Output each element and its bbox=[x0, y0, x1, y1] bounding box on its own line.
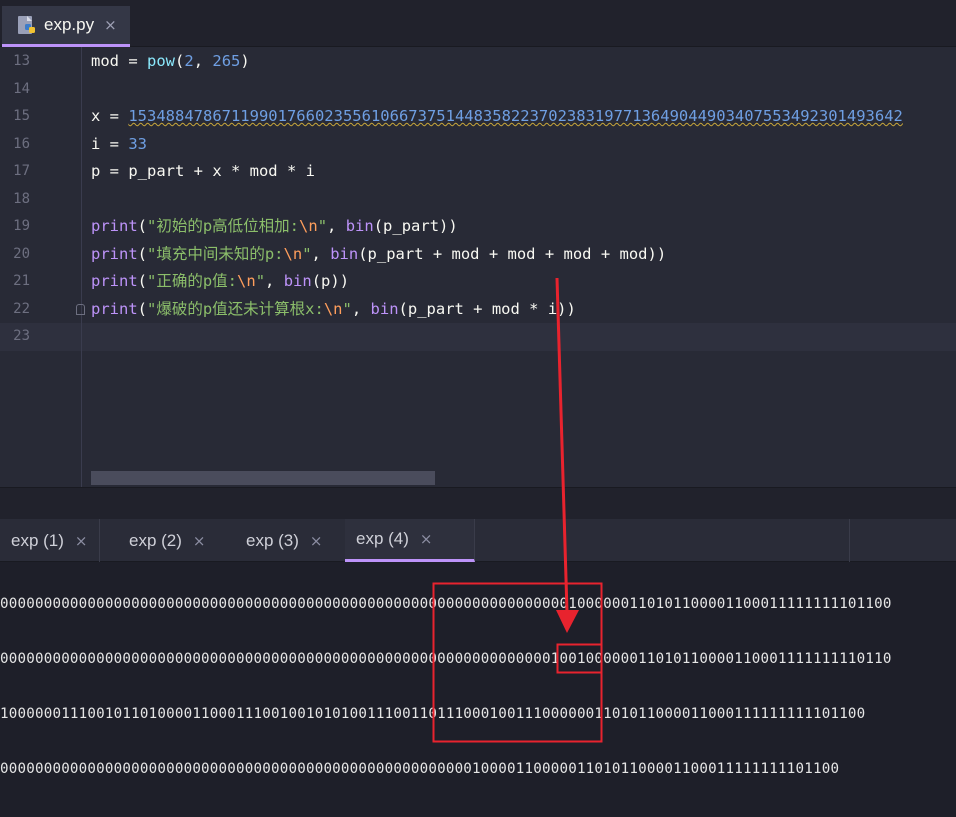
run-tab-exp-4[interactable]: exp (4) × bbox=[345, 519, 475, 562]
editor-tab-exp-py[interactable]: exp.py × bbox=[2, 6, 130, 47]
tab-bar-separator bbox=[849, 519, 850, 562]
editor-tab-label: exp.py bbox=[44, 15, 95, 34]
console-line: 0000000000000000000000000000000000000000… bbox=[0, 761, 840, 777]
code-line-20: print("填充中间未知的p:\n", bin(p_part + mod + … bbox=[91, 245, 667, 263]
console-line: 0000000000000000000000000000000000000000… bbox=[0, 651, 892, 667]
close-icon[interactable]: × bbox=[193, 532, 206, 550]
line-number: 21 bbox=[13, 273, 30, 289]
code-line-13: mod = pow(2, 265) bbox=[91, 52, 250, 70]
run-tab-exp-3[interactable]: exp (3) × bbox=[235, 519, 345, 562]
line-number: 16 bbox=[13, 136, 30, 152]
line-number: 18 bbox=[13, 191, 30, 207]
line-number: 15 bbox=[13, 108, 30, 124]
run-tab-label: exp (3) bbox=[246, 530, 299, 550]
line-number: 20 bbox=[13, 246, 30, 262]
close-tab-icon[interactable]: × bbox=[104, 16, 117, 34]
run-tab-label: exp (1) bbox=[11, 530, 64, 550]
console-line: 1000000111001011010000110001110010010101… bbox=[0, 706, 866, 722]
line-number: 22 bbox=[13, 301, 30, 317]
indent-guide bbox=[81, 47, 82, 487]
code-line-22: print("爆破的p值还未计算根x:\n", bin(p_part + mod… bbox=[91, 300, 576, 318]
line-number-gutter: 13 14 15 16 17 18 19 20 21 22 23 bbox=[0, 47, 70, 487]
fold-marker-icon[interactable] bbox=[76, 304, 85, 315]
code-line-21: print("正确的p值:\n", bin(p)) bbox=[91, 272, 350, 290]
run-tab-exp-1[interactable]: exp (1) × bbox=[0, 519, 100, 562]
line-number: 17 bbox=[13, 163, 30, 179]
console-output[interactable]: 0000000000000000000000000000000000000000… bbox=[0, 562, 956, 817]
code-line-16: i = 33 bbox=[91, 135, 147, 153]
close-icon[interactable]: × bbox=[420, 530, 433, 548]
code-line-17: p = p_part + x * mod * i bbox=[91, 162, 315, 180]
editor-tab-bar: exp.py × bbox=[0, 0, 956, 47]
run-tab-label: exp (2) bbox=[129, 530, 182, 550]
run-tab-bar: exp (1) × exp (2) × exp (3) × exp (4) × bbox=[0, 519, 956, 562]
line-number: 19 bbox=[13, 218, 30, 234]
code-editor[interactable]: 13 14 15 16 17 18 19 20 21 22 23 mod = p… bbox=[0, 47, 956, 487]
panel-divider[interactable] bbox=[0, 487, 956, 519]
close-icon[interactable]: × bbox=[310, 532, 323, 550]
run-tab-label: exp (4) bbox=[356, 529, 409, 548]
line-number: 14 bbox=[13, 81, 30, 97]
horizontal-scrollbar[interactable] bbox=[91, 471, 435, 485]
run-tab-exp-2[interactable]: exp (2) × bbox=[118, 519, 231, 562]
line-number: 23 bbox=[13, 328, 30, 344]
python-file-icon bbox=[16, 14, 38, 36]
console-line: 0000000000000000000000000000000000000000… bbox=[0, 596, 892, 612]
code-line-15: x = 153488478671199017660235561066737514… bbox=[91, 107, 903, 125]
current-line-highlight bbox=[0, 323, 956, 351]
line-number: 13 bbox=[13, 53, 30, 69]
code-line-19: print("初始的p高低位相加:\n", bin(p_part)) bbox=[91, 217, 458, 235]
close-icon[interactable]: × bbox=[75, 532, 88, 550]
